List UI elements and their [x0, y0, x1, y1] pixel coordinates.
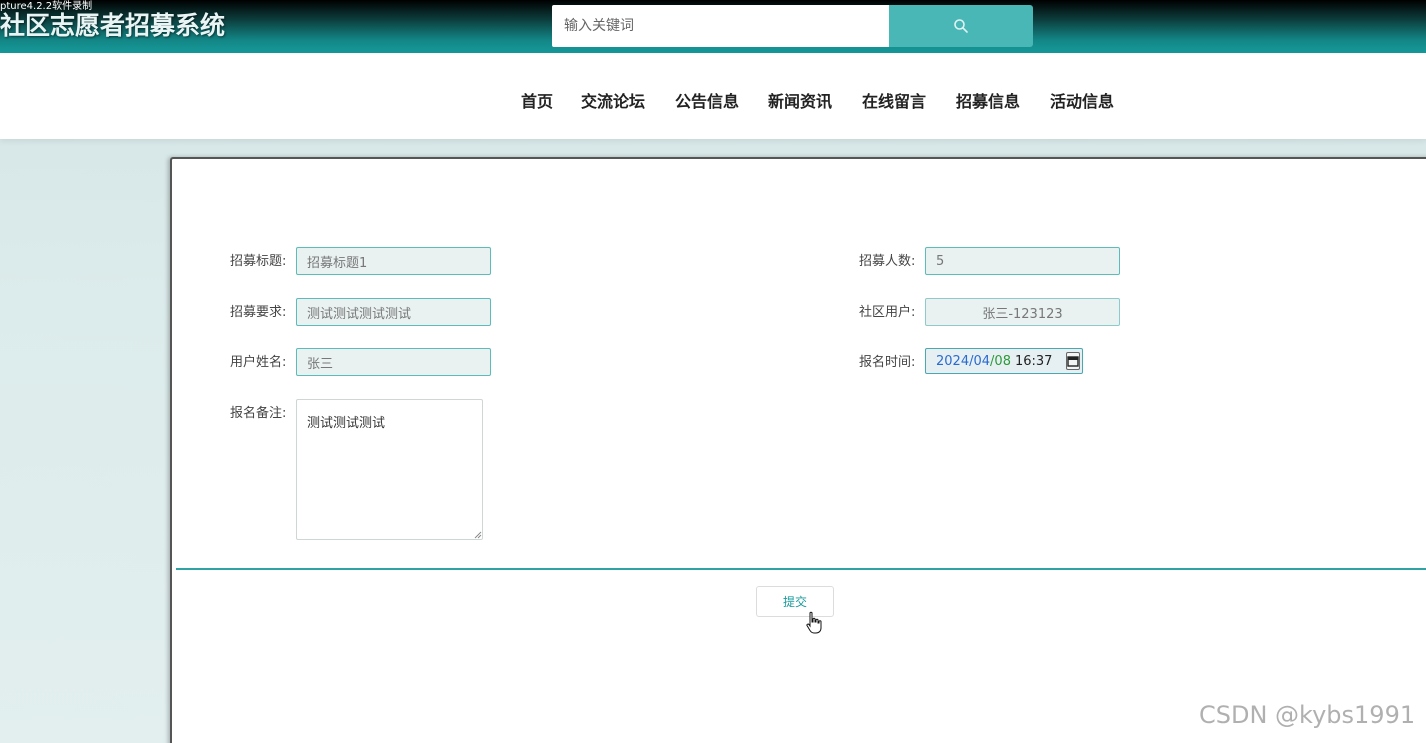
nav-home[interactable]: 首页	[521, 88, 553, 112]
site-title: 社区志愿者招募系统	[0, 11, 226, 40]
top-header-bar: pture4.2.2软件录制 社区志愿者招募系统	[0, 0, 1426, 53]
date-day: 08	[994, 353, 1011, 369]
search-input[interactable]	[552, 5, 889, 47]
requirement-field[interactable]: 测试测试测试测试	[296, 298, 491, 326]
nav-activities[interactable]: 活动信息	[1050, 88, 1114, 112]
signup-time-field[interactable]: 2024/04/08 16:37	[925, 348, 1083, 374]
search-icon	[954, 19, 968, 33]
signup-time-label: 报名时间:	[859, 355, 916, 370]
nav-messages[interactable]: 在线留言	[862, 88, 926, 112]
community-user-field[interactable]: 张三-123123	[925, 298, 1120, 326]
nav-notices[interactable]: 公告信息	[675, 88, 739, 112]
date-month: 04	[973, 353, 991, 369]
remark-textarea[interactable]: 测试测试测试	[296, 399, 483, 540]
csdn-watermark: CSDN @kybs1991	[1199, 701, 1416, 729]
nav-recruitment[interactable]: 招募信息	[956, 88, 1020, 112]
remark-label: 报名备注:	[230, 406, 287, 421]
title-label: 招募标题:	[230, 254, 287, 269]
user-name-label: 用户姓名:	[230, 355, 287, 370]
date-time: 16:37	[1014, 353, 1053, 369]
requirement-label: 招募要求:	[230, 305, 287, 320]
nav-news[interactable]: 新闻资讯	[768, 88, 832, 112]
community-user-label: 社区用户:	[859, 305, 916, 320]
date-year: 2024	[936, 353, 970, 369]
calendar-icon[interactable]	[1066, 352, 1081, 370]
count-field[interactable]: 5	[925, 247, 1120, 275]
count-label: 招募人数:	[859, 254, 916, 269]
title-field[interactable]: 招募标题1	[296, 247, 491, 275]
main-nav: 首页 交流论坛 公告信息 新闻资讯 在线留言 招募信息 活动信息	[0, 53, 1426, 139]
user-name-field[interactable]: 张三	[296, 348, 491, 376]
form-divider	[176, 568, 1426, 570]
search-button[interactable]	[889, 5, 1033, 47]
hand-cursor-icon	[806, 611, 822, 634]
nav-forum[interactable]: 交流论坛	[581, 88, 645, 112]
resize-grip-icon[interactable]	[474, 531, 482, 539]
